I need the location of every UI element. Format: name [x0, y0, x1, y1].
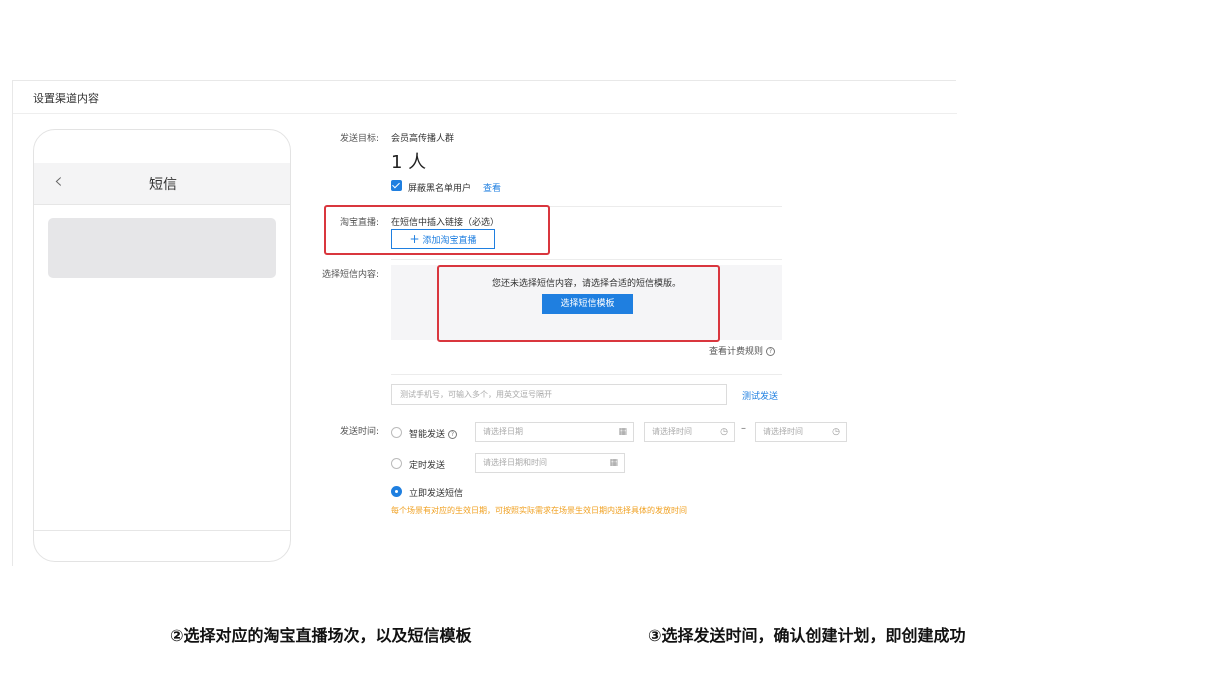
phone-topbar: ‹ 短信: [34, 163, 290, 205]
smart-time-end-field[interactable]: 请选择时间 ◷: [755, 422, 847, 442]
channel-content-panel: 设置渠道内容 ‹ 短信 发送目标: 会员高传播人群 1 人 屏蔽黑名单用户 查看…: [12, 80, 957, 566]
caption-step2: ②选择对应的淘宝直播场次，以及短信模板: [170, 626, 472, 645]
help-icon: ?: [766, 347, 776, 356]
billing-rule-label: 查看计费规则: [709, 347, 764, 357]
clock-icon: ◷: [832, 427, 840, 437]
sms-content-label: 选择短信内容:: [321, 270, 379, 280]
highlight-taobao-box: [324, 205, 550, 255]
calendar-icon: ▦: [609, 458, 618, 468]
billing-rule-link[interactable]: 查看计费规则?: [709, 344, 776, 357]
phone-title: 短信: [149, 177, 177, 193]
blacklist-label: 屏蔽黑名单用户: [408, 184, 472, 194]
test-phone-input[interactable]: 测试手机号，可输入多个，用英文逗号隔开: [391, 384, 727, 405]
panel-title: 设置渠道内容: [33, 92, 99, 105]
clock-icon: ◷: [720, 427, 728, 437]
blacklist-checkbox[interactable]: [391, 180, 402, 191]
scheduled-datetime-field[interactable]: 请选择日期和时间 ▦: [475, 453, 625, 473]
calendar-icon: ▦: [618, 427, 627, 437]
send-time-label: 发送时间:: [339, 427, 379, 437]
smart-time-start-field[interactable]: 请选择时间 ◷: [644, 422, 735, 442]
caption-step3: ③选择发送时间，确认创建计划，即创建成功: [648, 626, 966, 645]
phone-preview: ‹ 短信: [33, 129, 291, 562]
target-value: 会员高传播人群: [391, 134, 455, 144]
blacklist-view-link[interactable]: 查看: [483, 181, 501, 194]
panel-header: 设置渠道内容: [13, 81, 957, 114]
range-dash: –: [741, 423, 746, 434]
section-divider: [391, 259, 782, 260]
validity-warning: 每个场景有对应的生效日期，可按照实际需求在场景生效日期内选择具体的发放时间: [391, 506, 687, 515]
smart-send-label: 智能发送?: [409, 427, 458, 440]
highlight-sms-box: [437, 265, 720, 342]
test-send-link[interactable]: 测试发送: [742, 389, 778, 402]
immediate-send-label: 立即发送短信: [409, 489, 464, 499]
scheduled-send-label: 定时发送: [409, 461, 446, 471]
target-label: 发送目标:: [339, 134, 379, 144]
section-divider: [391, 374, 782, 375]
sms-bubble-placeholder: [48, 218, 276, 278]
smart-send-radio[interactable]: [391, 427, 402, 438]
scheduled-send-radio[interactable]: [391, 458, 402, 469]
help-icon: ?: [448, 430, 458, 439]
phone-bottom-divider: [34, 530, 290, 531]
target-count: 1 人: [391, 152, 427, 173]
immediate-send-radio[interactable]: [391, 486, 402, 497]
screenshot-canvas: 设置渠道内容 ‹ 短信 发送目标: 会员高传播人群 1 人 屏蔽黑名单用户 查看…: [0, 0, 1228, 685]
smart-date-field[interactable]: 请选择日期 ▦: [475, 422, 634, 442]
